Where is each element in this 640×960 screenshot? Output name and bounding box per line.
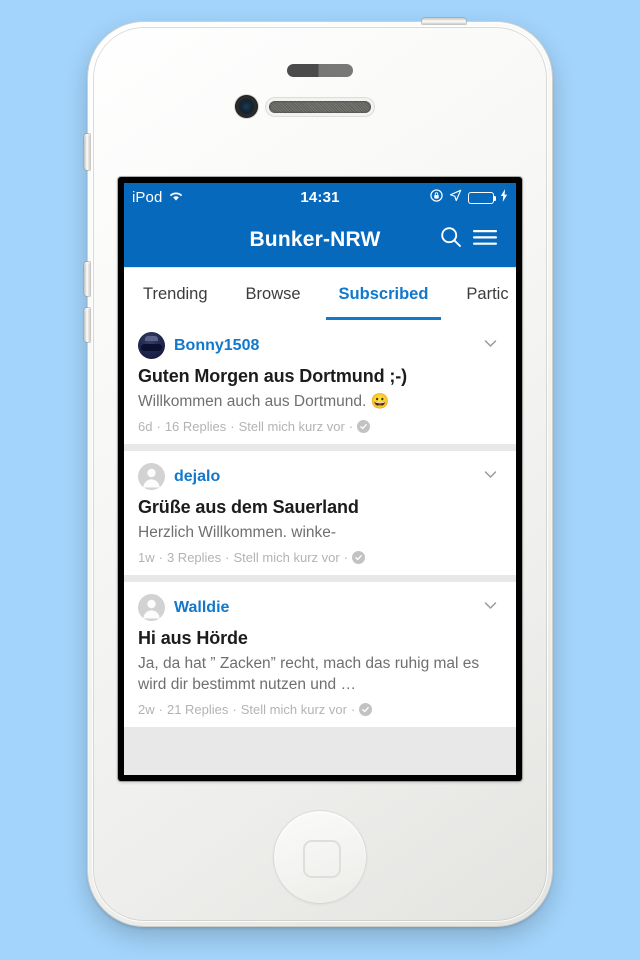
post-options-button[interactable] [478,465,502,489]
hamburger-menu-icon [472,227,498,252]
post-body-emoji: 😀 [370,393,390,411]
post-age: 6d [138,419,153,434]
tab-trending[interactable]: Trending [124,268,227,320]
post-title: Guten Morgen aus Dortmund ;-) [138,366,408,386]
wifi-icon [168,189,184,206]
location-arrow-icon [449,189,462,206]
verified-check-icon [359,702,373,716]
post-reply-count: 16 Replies [164,419,227,434]
home-button-square-icon [303,840,341,878]
post-body-text: Willkommen auch aus Dortmund. [138,393,367,411]
post-category: Stell mich kurz vor [233,550,340,565]
post-options-button[interactable] [478,334,502,358]
post-header: Walldie [138,594,502,621]
volume-up-button[interactable] [84,262,90,296]
search-icon [439,225,463,254]
post-title: Grüße aus dem Sauerland [138,497,359,517]
post-meta: 1w · 3 Replies · Stell mich kurz vor · [138,550,502,565]
post-age: 2w [138,701,155,717]
post-author[interactable]: Bonny1508 [174,337,259,355]
post-body: Ja, da hat ” Zacken” recht, mach das ruh… [138,655,480,693]
avatar[interactable] [138,463,165,490]
person-placeholder-icon [143,468,160,488]
meta-separator: · [350,701,356,717]
power-button[interactable] [422,18,466,24]
meta-separator: · [230,419,235,434]
tab-participated[interactable]: Partic [447,268,516,320]
carrier-label: iPod [132,189,163,206]
meta-separator: · [225,550,230,565]
lightning-bolt-icon [500,189,508,206]
screen-content: iPod 14:31 Bunker-NRW Trending Browse Su… [124,183,516,775]
status-bar: iPod 14:31 [124,183,516,212]
post-card[interactable]: Bonny1508 Guten Morgen aus Dortmund ;-) … [124,320,516,444]
post-body: Willkommen auch aus Dortmund. 😀 [138,392,502,413]
post-card[interactable]: dejalo Grüße aus dem Sauerland Herzlich … [124,451,516,575]
post-author[interactable]: dejalo [174,468,220,486]
post-author[interactable]: Walldie [174,599,229,617]
front-camera-icon [235,95,258,118]
volume-down-button[interactable] [84,308,90,342]
phone-device: iPod 14:31 Bunker-NRW Trending Browse Su… [84,18,552,926]
meta-separator: · [343,550,349,565]
post-age: 1w [138,550,155,565]
navigation-bar: Bunker-NRW [124,212,516,267]
post-body: Herzlich Willkommen. winke- [138,524,337,542]
tab-subscribed[interactable]: Subscribed [320,268,448,320]
menu-button[interactable] [468,223,502,257]
search-button[interactable] [434,223,468,257]
rotation-lock-icon [430,189,443,206]
battery-icon [468,191,496,204]
status-bar-right [430,189,508,206]
post-options-button[interactable] [478,596,502,620]
chevron-down-icon [482,597,499,619]
post-meta: 2w · 21 Replies · Stell mich kurz vor · [138,702,502,717]
post-header: dejalo [138,463,502,490]
post-category: Stell mich kurz vor [238,419,345,434]
meta-separator: · [232,701,237,717]
post-feed[interactable]: Bonny1508 Guten Morgen aus Dortmund ;-) … [124,320,516,775]
meta-separator: · [158,550,163,565]
post-reply-count: 3 Replies [166,550,222,565]
verified-check-icon [357,420,371,433]
avatar[interactable] [138,594,165,621]
post-category: Stell mich kurz vor [240,701,347,717]
earpiece-speaker [269,101,371,113]
post-title: Hi aus Hörde [138,628,248,648]
post-header: Bonny1508 [138,332,502,359]
page-title: Bunker-NRW [249,227,381,251]
meta-separator: · [348,419,354,434]
home-button[interactable] [273,810,367,904]
post-reply-count: 21 Replies [166,701,229,717]
silent-switch[interactable] [84,134,90,170]
tab-browse[interactable]: Browse [227,268,320,320]
proximity-sensor [287,64,353,77]
meta-separator: · [158,701,163,717]
status-bar-left: iPod [132,189,184,206]
phone-screen: iPod 14:31 Bunker-NRW Trending Browse Su… [118,177,522,781]
avatar[interactable] [138,332,165,359]
post-meta: 6d · 16 Replies · Stell mich kurz vor · [138,419,502,434]
person-placeholder-icon [143,599,160,619]
tab-bar: Trending Browse Subscribed Partic [124,267,516,320]
meta-separator: · [156,419,161,434]
verified-check-icon [352,551,366,564]
chevron-down-icon [482,466,499,488]
chevron-down-icon [482,335,499,357]
post-card[interactable]: Walldie Hi aus Hörde Ja, da hat ” Zacken… [124,582,516,727]
